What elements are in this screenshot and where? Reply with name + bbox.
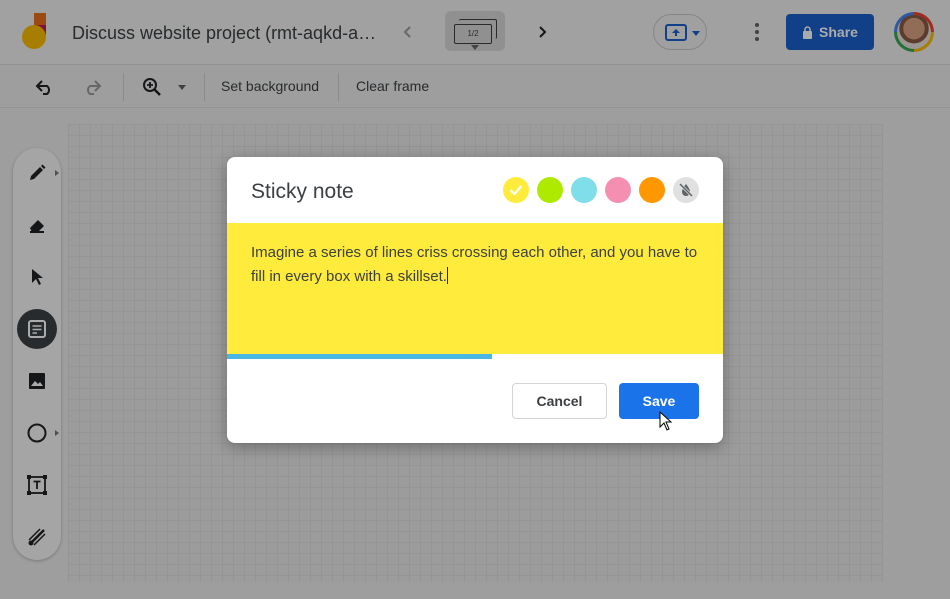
color-swatch-green[interactable] (537, 177, 563, 203)
cancel-button[interactable]: Cancel (512, 383, 607, 419)
character-limit-bar (227, 354, 723, 359)
dialog-title: Sticky note (251, 180, 354, 203)
color-swatch-blue[interactable] (571, 177, 597, 203)
mouse-pointer-icon (659, 411, 673, 431)
character-limit-fill (227, 354, 492, 359)
check-icon (509, 185, 523, 196)
text-cursor (446, 267, 448, 284)
sticky-note-dialog: Sticky note Imagine a series of lines cr… (227, 157, 723, 443)
color-swatch-orange[interactable] (639, 177, 665, 203)
note-text-area[interactable]: Imagine a series of lines criss crossing… (227, 223, 723, 359)
note-text-content: Imagine a series of lines criss crossing… (251, 244, 698, 285)
color-swatch-none[interactable] (673, 177, 699, 203)
note-text[interactable]: Imagine a series of lines criss crossing… (251, 241, 701, 289)
color-swatch-pink[interactable] (605, 177, 631, 203)
no-color-icon (678, 182, 694, 198)
color-swatch-yellow[interactable] (503, 177, 529, 203)
